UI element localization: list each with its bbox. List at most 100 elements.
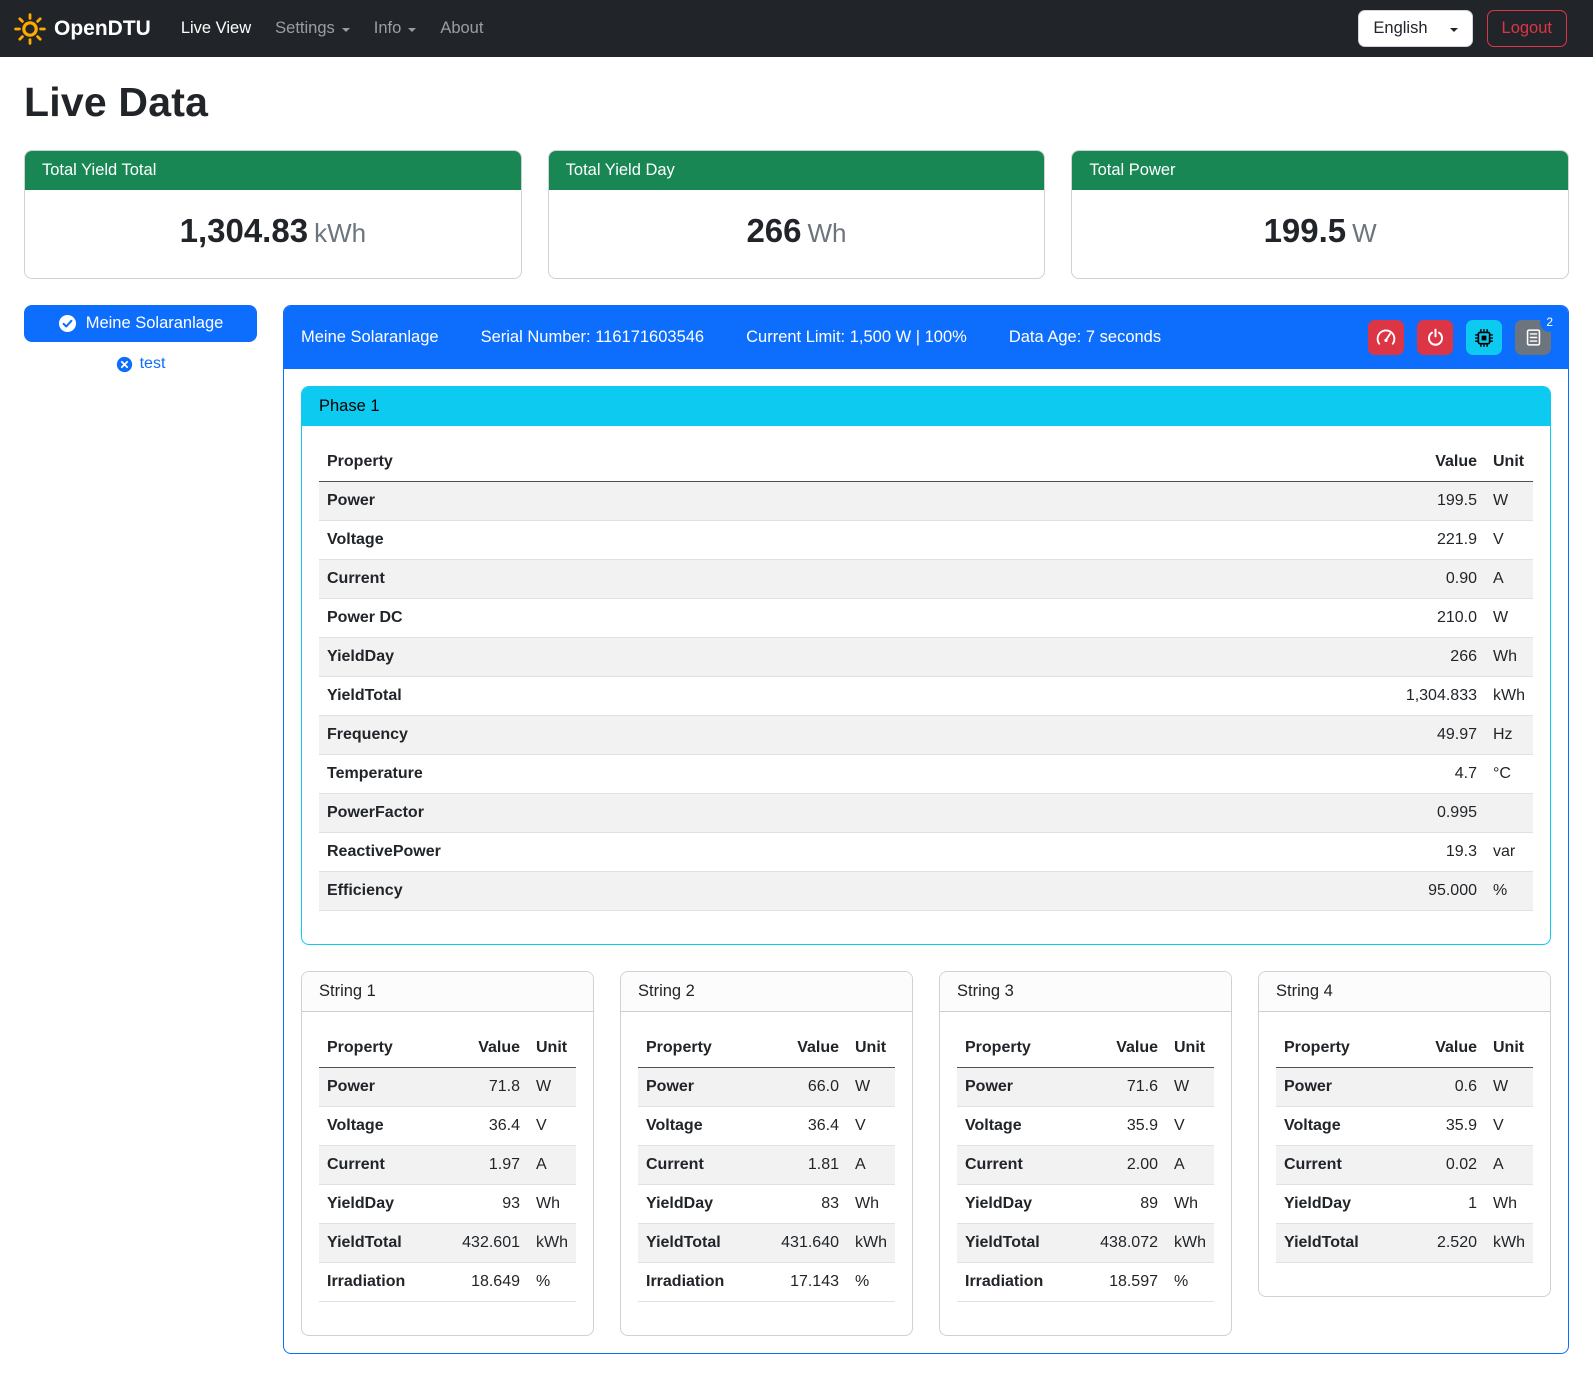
value-cell: 35.9 (1092, 1107, 1166, 1146)
table-row: Current0.02A (1276, 1146, 1533, 1185)
value-cell: 1,304.833 (1398, 677, 1485, 716)
event-count-badge: 2 (1540, 312, 1559, 332)
check-circle-icon (58, 314, 77, 333)
x-circle-icon (116, 356, 133, 373)
inverter-name: Meine Solaranlage (301, 328, 439, 347)
value-cell: 2.520 (1427, 1224, 1485, 1263)
nav-live-view[interactable]: Live View (169, 11, 263, 46)
string-table: PropertyValueUnitPower71.8WVoltage36.4VC… (319, 1029, 576, 1302)
logout-button[interactable]: Logout (1487, 10, 1567, 47)
property-cell: Voltage (957, 1107, 1092, 1146)
page-title: Live Data (24, 79, 1569, 126)
inverter-select-button[interactable]: Meine Solaranlage (24, 305, 257, 342)
inverter-panel: Meine Solaranlage Serial Number: 1161716… (283, 305, 1569, 1354)
table-row: Power71.6W (957, 1068, 1214, 1107)
nav-settings-label: Settings (275, 19, 335, 38)
property-cell: Current (638, 1146, 773, 1185)
property-cell: Voltage (638, 1107, 773, 1146)
language-select[interactable]: English (1358, 10, 1472, 47)
property-cell: Efficiency (319, 872, 1398, 911)
device-info-button[interactable] (1466, 320, 1502, 355)
unit-cell: A (528, 1146, 576, 1185)
inverter-select-label: Meine Solaranlage (86, 314, 224, 333)
property-cell: Current (319, 1146, 454, 1185)
nav-info[interactable]: Info (362, 11, 429, 46)
table-row: YieldTotal432.601kWh (319, 1224, 576, 1263)
column-header: Value (1092, 1029, 1166, 1068)
value-cell: 49.97 (1398, 716, 1485, 755)
value-cell: 0.995 (1398, 794, 1485, 833)
string-card-body: PropertyValueUnitPower0.6WVoltage35.9VCu… (1259, 1012, 1550, 1296)
property-cell: Frequency (319, 716, 1398, 755)
unit-cell: W (847, 1068, 895, 1107)
summary-card-total-yield-day: Total Yield Day 266Wh (548, 150, 1046, 279)
chevron-down-icon (1450, 28, 1458, 32)
brand[interactable]: OpenDTU (14, 13, 151, 45)
value-cell: 210.0 (1398, 599, 1485, 638)
property-cell: Irradiation (638, 1263, 773, 1302)
table-row: Power199.5W (319, 482, 1533, 521)
power-button[interactable] (1417, 320, 1453, 355)
value-cell: 66.0 (773, 1068, 847, 1107)
property-cell: Current (957, 1146, 1092, 1185)
page-content: Live Data Total Yield Total 1,304.83kWh … (0, 57, 1593, 1378)
navbar: OpenDTU Live View Settings Info About En… (0, 0, 1593, 57)
language-select-value: English (1373, 19, 1427, 38)
unit-cell: Wh (1485, 638, 1533, 677)
property-cell: YieldDay (319, 1185, 454, 1224)
unit-cell: V (528, 1107, 576, 1146)
table-row: YieldTotal1,304.833kWh (319, 677, 1533, 716)
nav-settings[interactable]: Settings (263, 11, 362, 46)
table-row: Irradiation18.649% (319, 1263, 576, 1302)
table-row: Voltage36.4V (638, 1107, 895, 1146)
chevron-down-icon (342, 28, 350, 32)
value-cell: 35.9 (1427, 1107, 1485, 1146)
unit-cell: Wh (1485, 1185, 1533, 1224)
column-header: Value (1398, 443, 1485, 482)
value-cell: 199.5 (1398, 482, 1485, 521)
property-cell: Power (957, 1068, 1092, 1107)
table-row: YieldDay83Wh (638, 1185, 895, 1224)
inverter-item-test[interactable]: test (24, 355, 257, 373)
event-log-button[interactable]: 2 (1515, 320, 1551, 355)
summary-card-title: Total Yield Day (549, 151, 1045, 190)
summary-card-body: 266Wh (549, 190, 1045, 278)
inverter-data-age: Data Age: 7 seconds (1009, 328, 1161, 347)
unit-cell: kWh (528, 1224, 576, 1263)
property-cell: PowerFactor (319, 794, 1398, 833)
string-card-2: String 2 PropertyValueUnitPower66.0WVolt… (620, 971, 913, 1336)
table-row: Frequency49.97Hz (319, 716, 1533, 755)
string-card-4: String 4 PropertyValueUnitPower0.6WVolta… (1258, 971, 1551, 1297)
inverter-panel-body: Phase 1 PropertyValueUnitPower199.5WVolt… (284, 369, 1568, 1353)
column-header: Unit (528, 1029, 576, 1068)
limit-settings-button[interactable] (1368, 320, 1404, 355)
table-row: YieldTotal438.072kWh (957, 1224, 1214, 1263)
table-row: YieldTotal2.520kWh (1276, 1224, 1533, 1263)
summary-card-title: Total Power (1072, 151, 1568, 190)
value-cell: 1.97 (454, 1146, 528, 1185)
sun-logo-icon (14, 13, 46, 45)
table-header-row: PropertyValueUnit (1276, 1029, 1533, 1068)
table-row: YieldDay266Wh (319, 638, 1533, 677)
property-cell: YieldTotal (638, 1224, 773, 1263)
nav-about[interactable]: About (428, 11, 495, 46)
property-cell: Power (1276, 1068, 1427, 1107)
unit-cell: Wh (1166, 1185, 1214, 1224)
column-header: Unit (1166, 1029, 1214, 1068)
column-header: Value (454, 1029, 528, 1068)
column-header: Unit (1485, 1029, 1533, 1068)
string-card-body: PropertyValueUnitPower71.8WVoltage36.4VC… (302, 1012, 593, 1335)
column-header: Value (773, 1029, 847, 1068)
property-cell: Power (319, 1068, 454, 1107)
unit-cell: V (1485, 1107, 1533, 1146)
unit-cell: Wh (847, 1185, 895, 1224)
summary-card-title: Total Yield Total (25, 151, 521, 190)
table-row: Power66.0W (638, 1068, 895, 1107)
unit-cell: kWh (1166, 1224, 1214, 1263)
value-cell: 0.02 (1427, 1146, 1485, 1185)
value-cell: 89 (1092, 1185, 1166, 1224)
property-cell: Voltage (319, 1107, 454, 1146)
brand-title: OpenDTU (54, 17, 151, 41)
column-header: Property (638, 1029, 773, 1068)
table-row: Power0.6W (1276, 1068, 1533, 1107)
